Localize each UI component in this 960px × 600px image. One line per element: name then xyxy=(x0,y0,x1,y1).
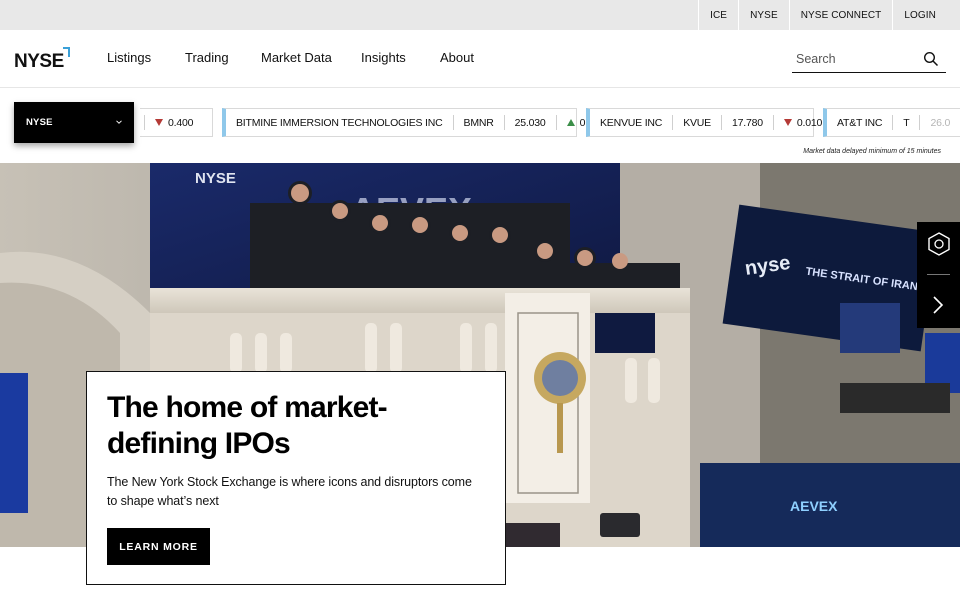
ticker-symbol: T xyxy=(893,115,921,130)
ticker-price: 26.0 xyxy=(930,116,951,129)
hexagon-icon[interactable] xyxy=(928,232,950,256)
hero-title: The home of market-defining IPOs xyxy=(107,391,388,460)
search-icon[interactable] xyxy=(923,51,939,67)
ticker-price: 17.780 xyxy=(722,115,774,130)
main-nav: NYSE Listings Trading Market Data Insigh… xyxy=(0,30,960,88)
utility-link-nyse[interactable]: NYSE xyxy=(738,0,789,30)
svg-text:NYSE: NYSE xyxy=(195,170,236,187)
down-arrow-icon xyxy=(155,119,163,126)
ticker-symbol: BMNR xyxy=(454,115,505,130)
ticker-change-value: 0.010 xyxy=(796,116,823,129)
search-input[interactable] xyxy=(796,49,916,69)
utility-links: ICE NYSE NYSE CONNECT LOGIN xyxy=(698,0,947,30)
exchange-selected-value: NYSE xyxy=(26,117,53,128)
ticker-name: KENVUE INC xyxy=(590,115,674,130)
hero-side-widget xyxy=(917,222,960,328)
ticker-card[interactable]: AT&T INC T 26.0 xyxy=(823,108,960,137)
nav-item-about[interactable]: About xyxy=(440,50,474,65)
utility-link-ice[interactable]: ICE xyxy=(698,0,738,30)
chevron-right-icon[interactable] xyxy=(931,295,945,315)
exchange-dropdown[interactable]: NYSE xyxy=(14,102,134,143)
ticker-change-value: 0.400 xyxy=(168,116,194,129)
ticker-card[interactable]: 0.400 xyxy=(140,108,213,137)
ticker-card[interactable]: KENVUE INC KVUE 17.780 0.010 xyxy=(586,108,822,137)
ticker-card[interactable]: BITMINE IMMERSION TECHNOLOGIES INC BMNR … xyxy=(222,108,605,137)
learn-more-button[interactable]: LEARN MORE xyxy=(107,528,210,565)
utility-link-nyse-connect[interactable]: NYSE CONNECT xyxy=(788,0,893,30)
ticker-change: 0.400 xyxy=(145,115,203,130)
ticker-name: AT&T INC xyxy=(827,115,894,130)
market-data-delay-note: Market data delayed minimum of 15 minute… xyxy=(803,148,941,155)
nav-item-insights[interactable]: Insights xyxy=(361,50,406,65)
nyse-logo[interactable]: NYSE xyxy=(14,47,74,73)
ticker-name: BITMINE IMMERSION TECHNOLOGIES INC xyxy=(226,115,454,130)
hero-card: The home of market-defining IPOs The New… xyxy=(86,371,506,585)
hero-description: The New York Stock Exchange is where ico… xyxy=(107,475,472,508)
logo-bracket-icon xyxy=(63,47,70,57)
utility-link-login[interactable]: LOGIN xyxy=(892,0,947,30)
nav-item-market-data[interactable]: Market Data xyxy=(261,50,332,65)
nav-item-trading[interactable]: Trading xyxy=(185,50,229,65)
ticker-area: NYSE 0.400 BITMINE IMMERSION TECHNOLOGIE… xyxy=(0,88,960,163)
utility-bar: ICE NYSE NYSE CONNECT LOGIN xyxy=(0,0,960,30)
down-arrow-icon xyxy=(783,119,792,126)
ticker-strip: 0.400 BITMINE IMMERSION TECHNOLOGIES INC… xyxy=(140,108,960,138)
nav-item-listings[interactable]: Listings xyxy=(107,50,151,65)
widget-divider xyxy=(927,274,950,275)
chevron-down-icon xyxy=(116,120,122,124)
ticker-symbol: KVUE xyxy=(673,115,722,130)
up-arrow-icon xyxy=(566,119,575,126)
svg-text:AEVEX: AEVEX xyxy=(790,498,838,514)
ticker-price: 25.030 xyxy=(505,115,557,130)
search-box xyxy=(792,46,946,73)
logo-text: NYSE xyxy=(14,51,64,72)
